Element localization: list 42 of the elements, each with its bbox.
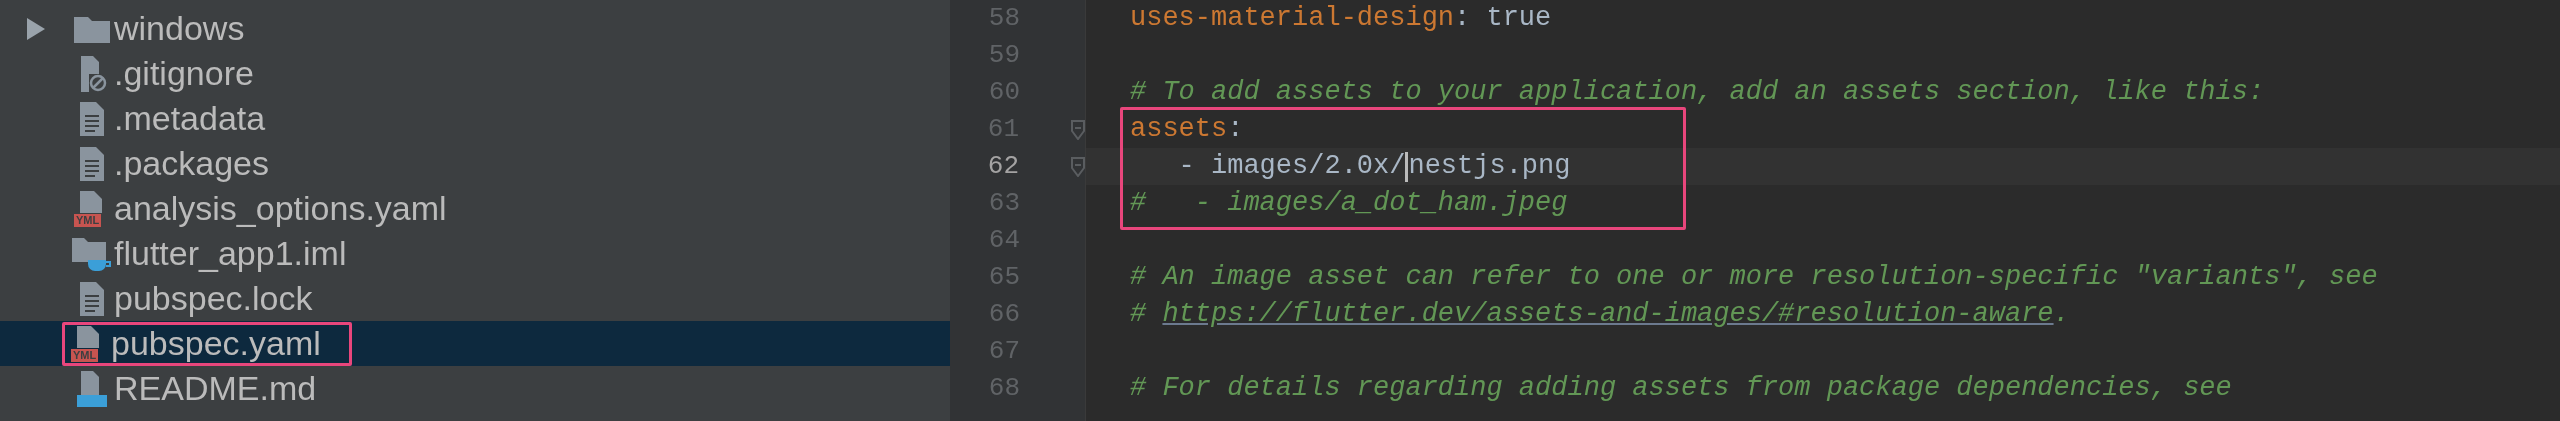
code-comment: . — [2053, 298, 2070, 332]
file-name: README.md — [114, 368, 317, 409]
yaml-key: assets — [1130, 109, 1228, 150]
folder-icon — [74, 14, 110, 43]
code-text: : true — [1454, 2, 1552, 36]
tree-item[interactable]: YML pubspec.yaml — [0, 321, 950, 366]
text-caret — [1405, 151, 1409, 182]
tree-item[interactable]: flutter_app1.iml — [0, 231, 950, 276]
file-name: analysis_options.yaml — [114, 188, 447, 229]
file-icon — [77, 370, 107, 407]
file-name: pubspec.yaml — [111, 323, 321, 364]
file-name: pubspec.lock — [114, 278, 313, 319]
code-text: : — [1227, 113, 1244, 147]
fold-marker-icon[interactable] — [1071, 156, 1085, 177]
line-number: 62 — [986, 150, 1019, 183]
tree-item[interactable]: windows — [0, 6, 950, 51]
code-comment: # An image asset can refer to one or more resolution-specific "variants", see — [1130, 261, 2378, 295]
comment-link[interactable]: https://flutter.dev/assets-and-images/#resolution-aware — [1162, 294, 2054, 335]
code-text: - images/2.0x/ — [1177, 150, 1406, 184]
code-comment: # For details regarding adding assets from package dependencies, see — [1130, 372, 2232, 406]
file-icon — [80, 101, 104, 136]
code-comment: # To add assets to your application, add an assets section, like this: — [1130, 76, 2265, 110]
code-text: nestjs.png — [1408, 150, 1571, 184]
tree-item[interactable]: .packages — [0, 141, 950, 186]
file-icon — [80, 146, 104, 181]
tree-item[interactable]: YML analysis_options.yaml — [0, 186, 950, 231]
file-name: flutter_app1.iml — [114, 233, 347, 274]
tree-item[interactable]: pubspec.lock — [0, 276, 950, 321]
tree-item[interactable]: README.md — [0, 366, 950, 411]
yaml-key: uses-material-design — [1130, 0, 1455, 39]
code-comment: # — [1130, 298, 1148, 332]
folder-cup-icon — [72, 235, 112, 272]
code-comment: # - images/a_dot_ham.jpeg — [1130, 187, 1568, 221]
expand-arrow-icon[interactable] — [25, 17, 45, 40]
fold-marker-icon[interactable] — [1071, 119, 1085, 140]
file-name: .gitignore — [114, 53, 254, 94]
file-name: .packages — [114, 143, 269, 184]
file-name: .metadata — [114, 98, 266, 139]
tree-item[interactable]: .gitignore — [0, 51, 950, 96]
file-icon — [80, 281, 104, 316]
tree-item[interactable]: .metadata — [0, 96, 950, 141]
file-name: windows — [114, 8, 245, 49]
